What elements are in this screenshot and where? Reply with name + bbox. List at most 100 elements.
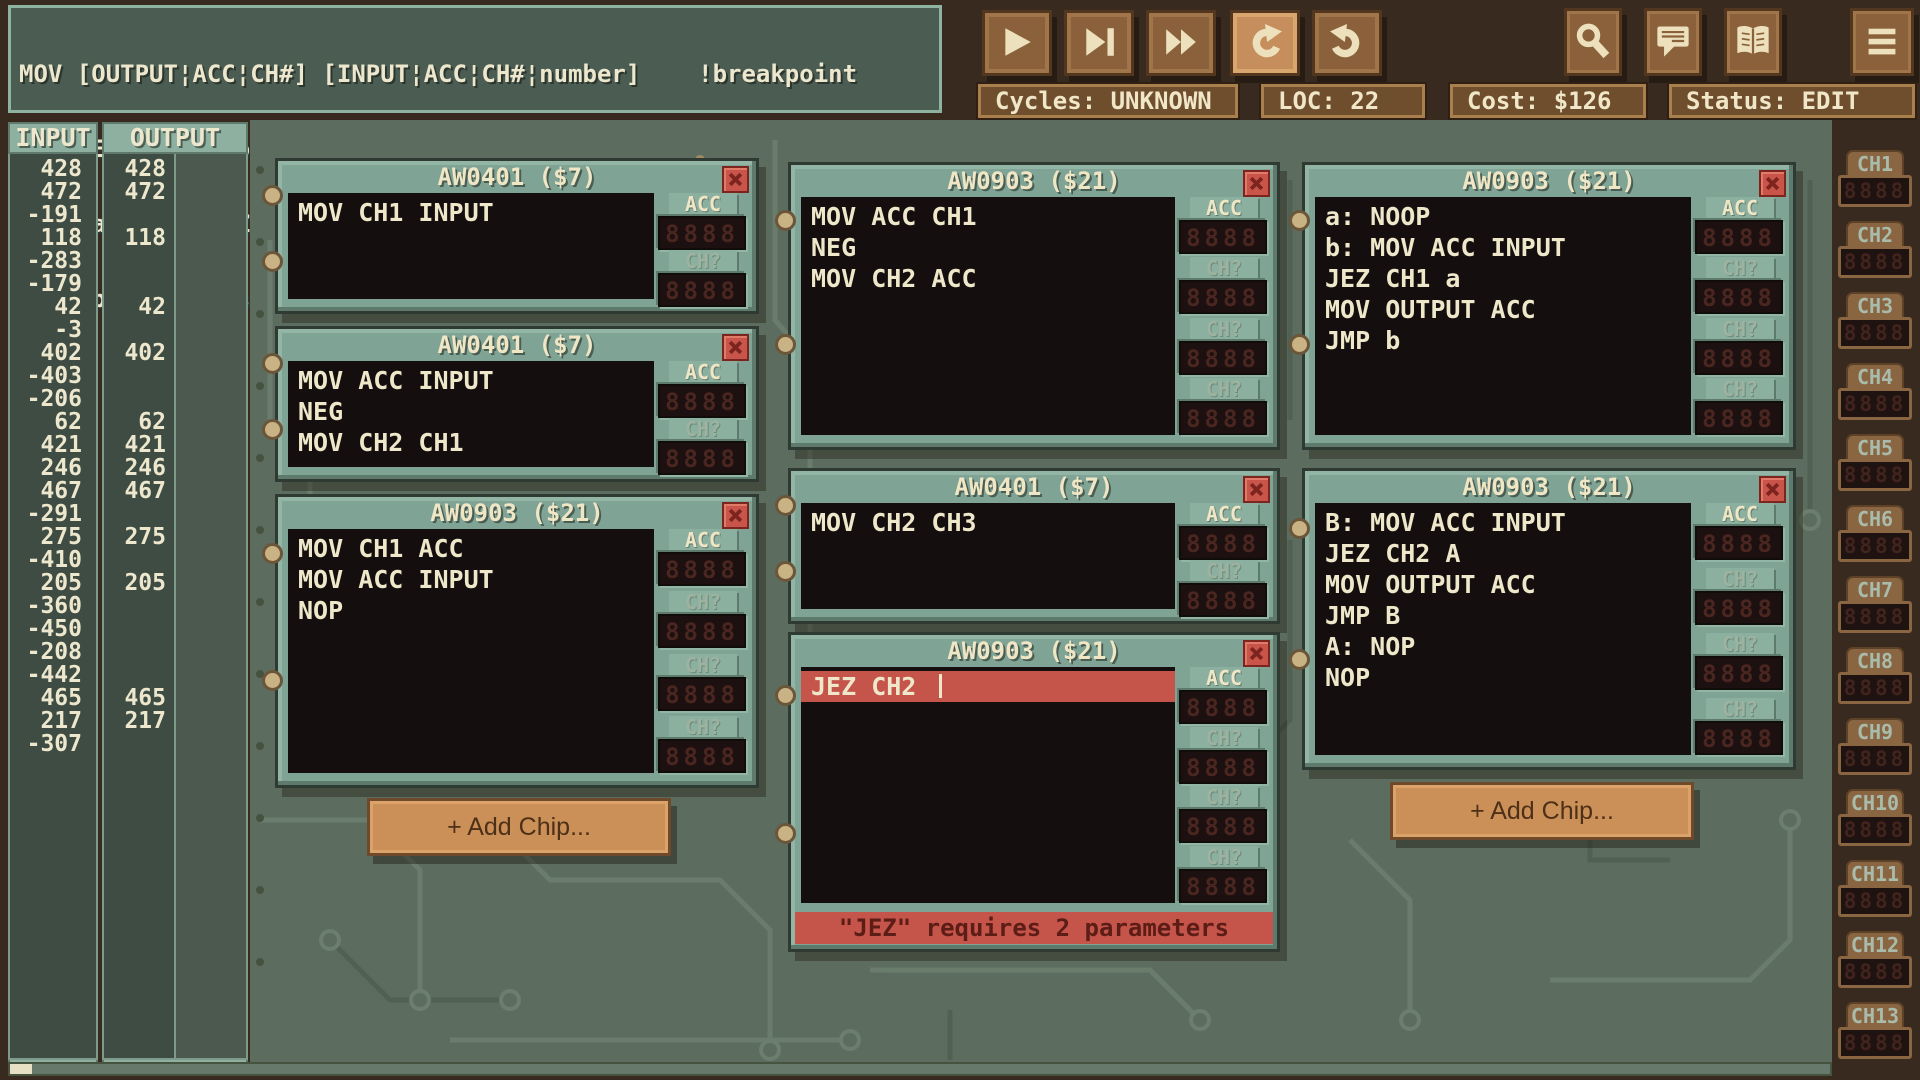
channel-tab[interactable]: CH1 [1846,150,1904,175]
channel-ch8: CH88888 [1838,647,1920,704]
code-line[interactable]: NOP [1325,662,1681,693]
register-display: ACC8888 [1695,197,1785,254]
channel-tab[interactable]: CH11 [1846,860,1904,885]
chip-title[interactable]: AW0903 ($21) [1305,165,1793,195]
code-line[interactable]: MOV CH2 CH3 [811,507,1165,538]
menu-button[interactable] [1850,8,1914,76]
channel-tab[interactable]: CH4 [1846,363,1904,388]
register-display: CH?8888 [1179,560,1269,617]
manual-button[interactable] [1724,8,1782,76]
chip-code-editor[interactable]: a: NOOPb: MOV ACC INPUTJEZ CH1 aMOV OUTP… [1315,197,1691,435]
chip-code-editor[interactable]: MOV CH1 INPUT [288,193,654,299]
chip-code-editor[interactable]: JEZ CH2 [801,667,1175,903]
code-line[interactable]: JEZ CH2 A [1325,538,1681,569]
code-line[interactable]: MOV ACC INPUT [298,365,644,396]
code-line[interactable]: JMP B [1325,600,1681,631]
step-button[interactable] [1064,10,1134,76]
chip-title[interactable]: AW0903 ($21) [791,635,1277,665]
add-chip-button[interactable]: + Add Chip... [1390,782,1694,840]
channel-tab[interactable]: CH10 [1846,789,1904,814]
code-line[interactable]: MOV ACC INPUT [298,564,644,595]
chip-code-editor[interactable]: B: MOV ACC INPUTJEZ CH2 AMOV OUTPUT ACCJ… [1315,503,1691,755]
code-line[interactable]: B: MOV ACC INPUT [1325,507,1681,538]
input-value: -208 [10,641,96,664]
play-button[interactable] [982,10,1052,76]
ch-label: CH? [1190,378,1258,399]
chip-register-panel: ACC8888CH?8888CH?8888CH?8888 [1695,503,1785,755]
input-value: 275 [10,526,96,549]
code-line[interactable]: MOV CH2 CH1 [298,427,644,458]
register-display: ACC8888 [658,529,748,586]
code-line[interactable]: MOV OUTPUT ACC [1325,294,1681,325]
ch-label: CH? [1190,257,1258,278]
code-line[interactable]: NEG [298,396,644,427]
register-display: ACC8888 [1179,667,1269,724]
output-value: 275 [104,526,174,549]
close-icon[interactable] [1759,476,1786,503]
channel-tab[interactable]: CH3 [1846,292,1904,317]
scrollbar-thumb[interactable] [10,1064,32,1074]
channel-display: 8888 [1838,530,1912,562]
code-line[interactable]: MOV ACC CH1 [811,201,1165,232]
chip-register-panel: ACC8888CH?8888 [658,193,748,299]
register-display: CH?8888 [658,716,748,773]
code-line[interactable]: JMP b [1325,325,1681,356]
channel-tab[interactable]: CH12 [1846,931,1904,956]
code-line[interactable]: MOV OUTPUT ACC [1325,569,1681,600]
fast-forward-button[interactable] [1146,10,1216,76]
input-value: -450 [10,618,96,641]
input-column: INPUT 428472-191118-283-17942-3402-403-2… [8,122,98,1072]
undo-button[interactable] [1230,10,1300,76]
code-line[interactable]: MOV CH1 INPUT [298,197,644,228]
redo-button[interactable] [1312,10,1382,76]
register-display: ACC8888 [1695,503,1785,560]
code-line[interactable]: a: NOOP [1325,201,1681,232]
chip-code-editor[interactable]: MOV ACC CH1NEGMOV CH2 ACC [801,197,1175,435]
horizontal-scrollbar[interactable] [8,1062,1832,1076]
code-line[interactable]: JEZ CH2 [801,671,1175,702]
chip-code-editor[interactable]: MOV CH2 CH3 [801,503,1175,609]
close-icon[interactable] [1759,170,1786,197]
channel-tab[interactable]: CH7 [1846,576,1904,601]
search-button[interactable] [1564,8,1622,76]
code-line[interactable]: NOP [298,595,644,626]
code-line[interactable]: b: MOV ACC INPUT [1325,232,1681,263]
channel-tab[interactable]: CH13 [1846,1002,1904,1027]
chip-title[interactable]: AW0903 ($21) [791,165,1277,195]
chip-code-editor[interactable]: MOV ACC INPUTNEGMOV CH2 CH1 [288,361,654,467]
close-icon[interactable] [722,166,749,193]
close-icon[interactable] [1243,476,1270,503]
chat-button[interactable] [1644,8,1702,76]
chip-title[interactable]: AW0903 ($21) [1305,471,1793,501]
code-line[interactable]: A: NOP [1325,631,1681,662]
seven-segment-display: 8888 [1179,583,1267,617]
chip-title[interactable]: AW0401 ($7) [791,471,1277,501]
close-icon[interactable] [1243,640,1270,667]
channel-tab[interactable]: CH5 [1846,434,1904,459]
chip-title[interactable]: AW0401 ($7) [278,161,756,191]
ch-label: CH? [669,418,737,439]
close-icon[interactable] [722,334,749,361]
seven-segment-display: 8888 [658,441,746,475]
seven-segment-display: 8888 [1179,341,1267,375]
close-icon[interactable] [1243,170,1270,197]
chip-title[interactable]: AW0903 ($21) [278,497,756,527]
close-icon[interactable] [722,502,749,529]
add-chip-button[interactable]: + Add Chip... [367,798,671,856]
ch-label: CH? [669,591,737,612]
code-line[interactable]: JEZ CH1 a [1325,263,1681,294]
output-value [104,250,174,273]
code-line[interactable]: NEG [811,232,1165,263]
chip-code-editor[interactable]: MOV CH1 ACCMOV ACC INPUTNOP [288,529,654,773]
channel-ch11: CH118888 [1838,860,1920,917]
channel-tab[interactable]: CH6 [1846,505,1904,530]
channel-tab[interactable]: CH9 [1846,718,1904,743]
ch-label: CH? [1190,318,1258,339]
channel-display: 8888 [1838,317,1912,349]
channel-tab[interactable]: CH8 [1846,647,1904,672]
channel-tab[interactable]: CH2 [1846,221,1904,246]
code-line[interactable]: MOV CH1 ACC [298,533,644,564]
code-line[interactable]: MOV CH2 ACC [811,263,1165,294]
chip-title[interactable]: AW0401 ($7) [278,329,756,359]
seven-segment-display: 8888 [1179,526,1267,560]
